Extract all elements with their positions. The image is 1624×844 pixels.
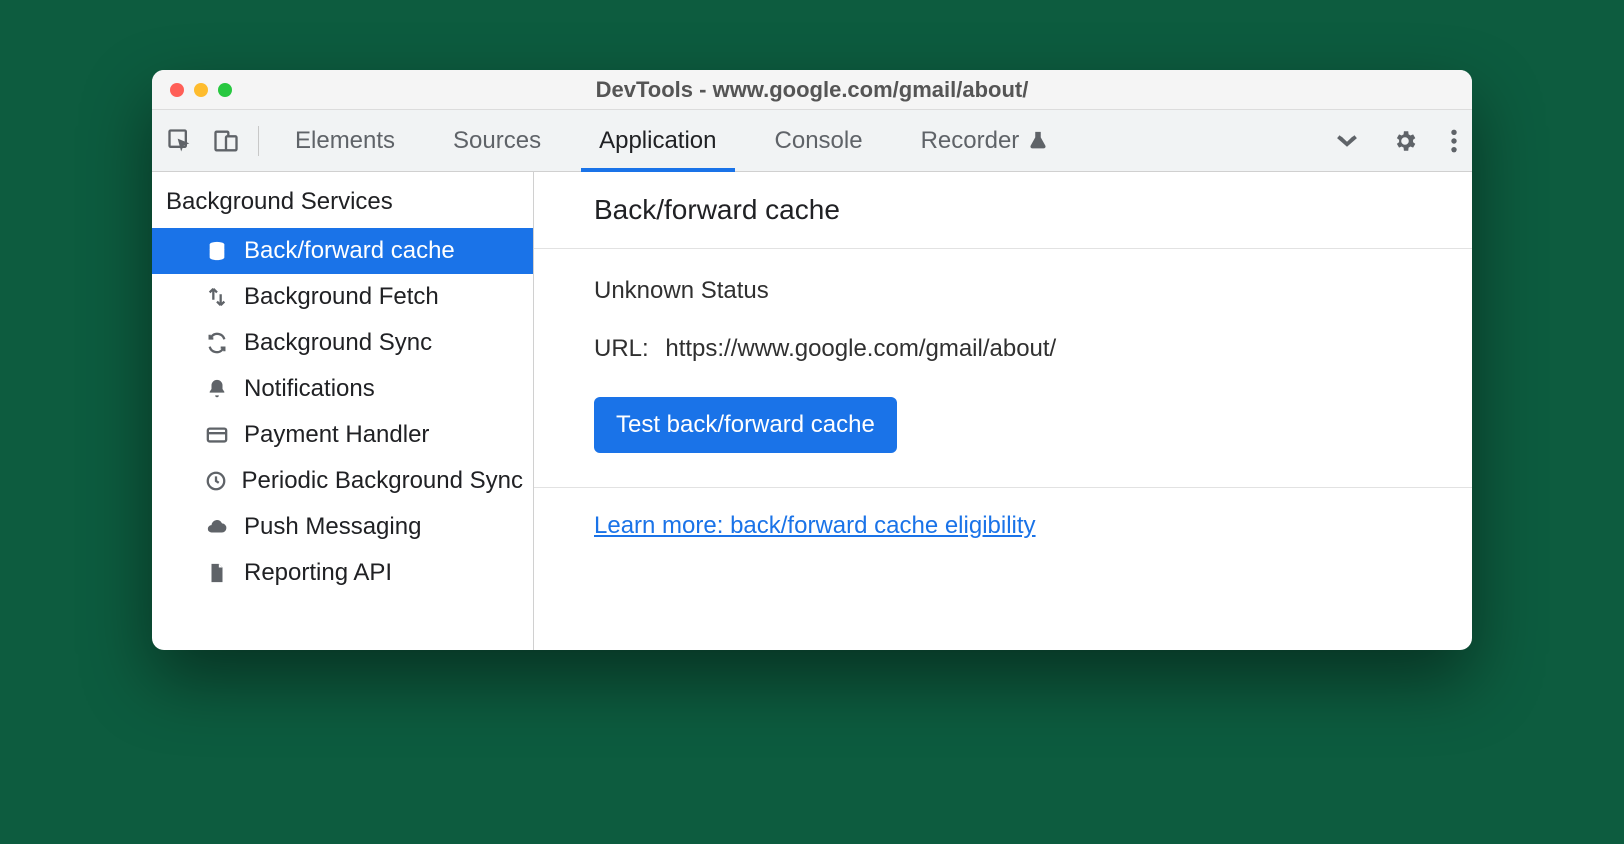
tab-sources[interactable]: Sources [429,110,565,171]
url-value: https://www.google.com/gmail/about/ [665,335,1056,362]
tab-label: Sources [453,127,541,155]
sidebar-item-label: Payment Handler [244,421,429,449]
main-panel: Back/forward cache Unknown Status URL: h… [534,172,1472,650]
tab-label: Console [775,127,863,155]
credit-card-icon [204,424,230,446]
tab-label: Elements [295,127,395,155]
sidebar-item-label: Push Messaging [244,513,421,541]
devtools-toolbar: Elements Sources Application Console Rec… [152,110,1472,172]
database-icon [204,240,230,262]
tab-label: Application [599,127,716,155]
file-icon [204,562,230,584]
sidebar-item-push-messaging[interactable]: Push Messaging [152,504,533,550]
learn-more-link[interactable]: Learn more: back/forward cache eligibili… [594,512,1036,539]
more-tabs-icon[interactable] [1334,128,1360,154]
toolbar-divider [258,126,259,156]
cloud-icon [204,516,230,538]
tab-elements[interactable]: Elements [271,110,419,171]
tab-console[interactable]: Console [751,110,887,171]
tab-label: Recorder [921,127,1020,155]
application-sidebar: Background Services Back/forward cache B… [152,172,534,650]
bfcache-status: Unknown Status [594,277,1412,305]
sidebar-item-reporting-api[interactable]: Reporting API [152,550,533,596]
bell-icon [204,378,230,400]
zoom-window-button[interactable] [218,83,232,97]
sidebar-item-label: Background Fetch [244,283,439,311]
inspect-element-icon[interactable] [166,127,194,155]
sidebar-item-label: Periodic Background Sync [242,467,523,495]
clock-icon [204,470,228,492]
sidebar-item-bfcache[interactable]: Back/forward cache [152,228,533,274]
panel-heading: Back/forward cache [534,172,1472,249]
kebab-menu-icon[interactable] [1450,128,1458,154]
url-label: URL: [594,335,649,362]
devtools-window: DevTools - www.google.com/gmail/about/ E… [152,70,1472,650]
experiment-flask-icon [1027,130,1049,152]
window-title: DevTools - www.google.com/gmail/about/ [152,77,1472,103]
device-toggle-icon[interactable] [212,127,240,155]
sidebar-heading: Background Services [152,172,533,228]
settings-gear-icon[interactable] [1392,128,1418,154]
traffic-lights [170,83,232,97]
test-bfcache-button[interactable]: Test back/forward cache [594,397,897,453]
tab-application[interactable]: Application [575,110,740,171]
sidebar-item-label: Notifications [244,375,375,403]
sidebar-item-payment-handler[interactable]: Payment Handler [152,412,533,458]
sidebar-item-notifications[interactable]: Notifications [152,366,533,412]
sync-icon [204,332,230,354]
sidebar-item-label: Reporting API [244,559,392,587]
window-titlebar: DevTools - www.google.com/gmail/about/ [152,70,1472,110]
transfer-icon [204,286,230,308]
sidebar-item-label: Back/forward cache [244,237,455,265]
bfcache-url-row: URL: https://www.google.com/gmail/about/ [594,335,1412,363]
sidebar-item-periodic-sync[interactable]: Periodic Background Sync [152,458,533,504]
minimize-window-button[interactable] [194,83,208,97]
sidebar-item-label: Background Sync [244,329,432,357]
sidebar-item-background-sync[interactable]: Background Sync [152,320,533,366]
sidebar-item-background-fetch[interactable]: Background Fetch [152,274,533,320]
close-window-button[interactable] [170,83,184,97]
tab-recorder[interactable]: Recorder [897,110,1074,171]
